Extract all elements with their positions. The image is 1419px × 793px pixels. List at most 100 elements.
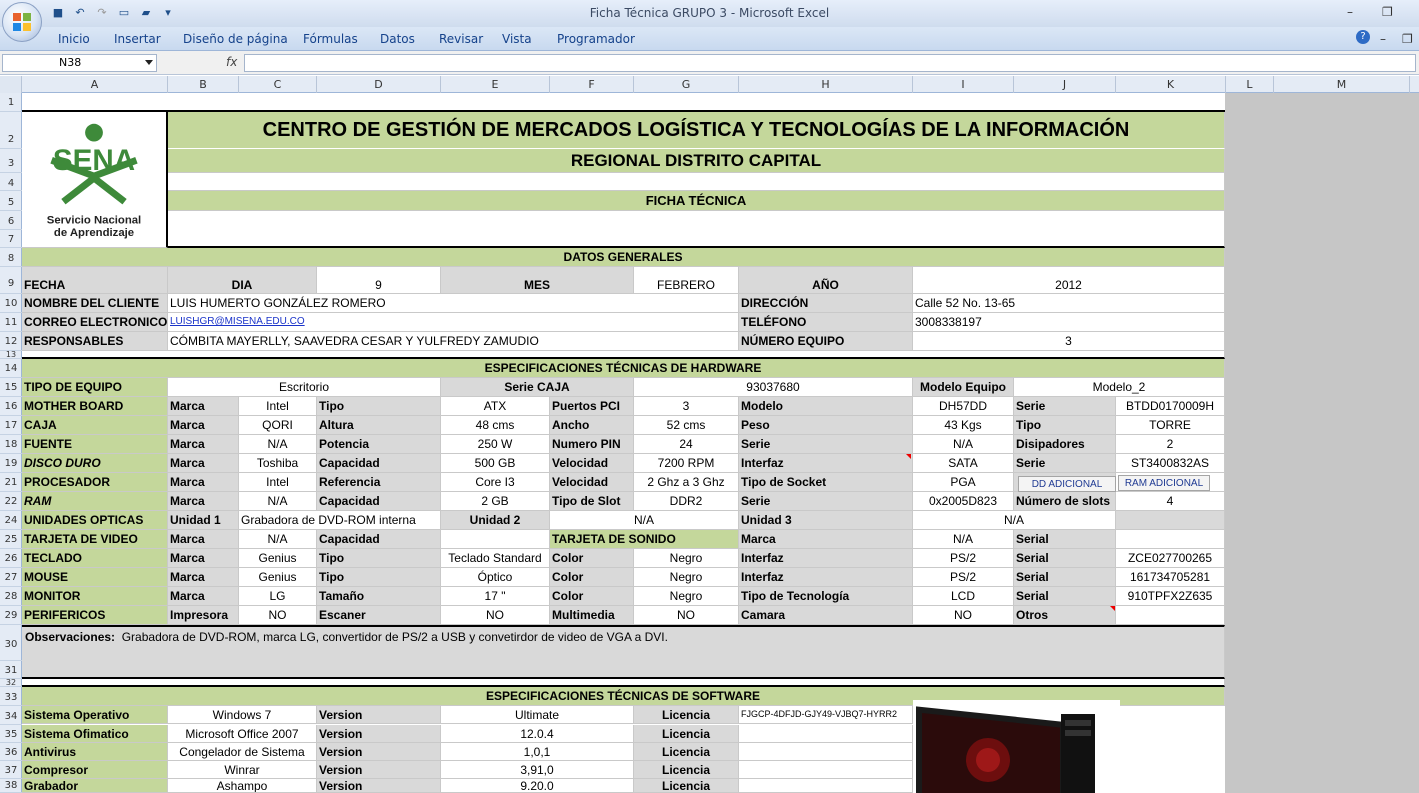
- field-value[interactable]: Genius: [239, 568, 317, 587]
- field-value[interactable]: 24: [634, 435, 739, 454]
- row-header[interactable]: 22: [0, 492, 22, 511]
- field-value[interactable]: N/A: [239, 530, 317, 549]
- field-value[interactable]: 3: [634, 397, 739, 416]
- col-header-g[interactable]: G: [634, 76, 739, 93]
- field-value[interactable]: 2 GB: [441, 492, 550, 511]
- row-header[interactable]: 18: [0, 435, 22, 454]
- ram-adicional-button[interactable]: RAM ADICIONAL: [1118, 475, 1210, 491]
- row-header[interactable]: 38: [0, 779, 22, 793]
- field-value[interactable]: Negro: [634, 587, 739, 606]
- field-value[interactable]: NO: [913, 606, 1014, 625]
- row-header[interactable]: 32: [0, 679, 22, 687]
- field-value[interactable]: N/A: [239, 435, 317, 454]
- worksheet-grid[interactable]: SENA Servicio Nacional de Aprendizaje CE…: [22, 93, 1419, 793]
- row-header[interactable]: 5: [0, 191, 22, 211]
- field-value[interactable]: 910TPFX2Z635: [1116, 587, 1225, 606]
- value-serie-caja[interactable]: 93037680: [634, 378, 913, 397]
- col-header-d[interactable]: D: [317, 76, 441, 93]
- row-header[interactable]: 1: [0, 93, 22, 112]
- field-value[interactable]: NO: [441, 606, 550, 625]
- empty-cell[interactable]: [1116, 511, 1225, 530]
- field-value[interactable]: ST3400832AS: [1116, 454, 1225, 473]
- office-button[interactable]: [2, 2, 42, 42]
- col-header-k[interactable]: K: [1116, 76, 1226, 93]
- col-header-a[interactable]: A: [22, 76, 168, 93]
- sw-value[interactable]: Congelador de Sistema: [168, 743, 317, 761]
- field-value[interactable]: Intel: [239, 397, 317, 416]
- field-value[interactable]: ATX: [441, 397, 550, 416]
- sw-value[interactable]: [739, 779, 913, 793]
- sw-value[interactable]: [739, 725, 913, 743]
- col-header-m[interactable]: M: [1274, 76, 1410, 93]
- workbook-restore-icon[interactable]: ❐: [1402, 32, 1413, 46]
- field-value[interactable]: BTDD0170009H: [1116, 397, 1225, 416]
- row-header[interactable]: 37: [0, 761, 22, 779]
- field-value[interactable]: NO: [239, 606, 317, 625]
- empty-cell[interactable]: [1116, 606, 1225, 625]
- field-value[interactable]: N/A: [913, 511, 1116, 530]
- value-cliente[interactable]: LUIS HUMERTO GONZÁLEZ ROMERO: [168, 294, 739, 313]
- chevron-down-icon[interactable]: [145, 60, 153, 65]
- field-value[interactable]: 2 Ghz a 3 Ghz: [634, 473, 739, 492]
- field-value[interactable]: 48 cms: [441, 416, 550, 435]
- row-header[interactable]: 24: [0, 511, 22, 530]
- field-value[interactable]: Óptico: [441, 568, 550, 587]
- row-header[interactable]: 34: [0, 706, 22, 725]
- sw-value[interactable]: Ultimate: [441, 706, 634, 724]
- sw-value[interactable]: Windows 7: [168, 706, 317, 724]
- field-value[interactable]: 161734705281: [1116, 568, 1225, 587]
- observaciones-cell[interactable]: Observaciones: Grabadora de DVD-ROM, mar…: [22, 625, 1225, 679]
- row-header[interactable]: 17: [0, 416, 22, 435]
- field-value[interactable]: N/A: [239, 492, 317, 511]
- value-modelo-equipo[interactable]: Modelo_2: [1014, 378, 1225, 397]
- value-dia[interactable]: 9: [317, 267, 441, 294]
- row-header[interactable]: 13: [0, 351, 22, 359]
- field-value[interactable]: N/A: [913, 530, 1014, 549]
- row-header[interactable]: 4: [0, 173, 22, 191]
- row-header[interactable]: 36: [0, 743, 22, 761]
- field-value[interactable]: 0x2005D823: [913, 492, 1014, 511]
- sw-value[interactable]: Winrar: [168, 761, 317, 779]
- field-value[interactable]: Genius: [239, 549, 317, 568]
- tab-revisar[interactable]: Revisar: [439, 32, 483, 46]
- sw-value[interactable]: [739, 761, 913, 779]
- sw-value[interactable]: 3,91,0: [441, 761, 634, 779]
- sw-value[interactable]: 9.20.0: [441, 779, 634, 793]
- field-value[interactable]: TORRE: [1116, 416, 1225, 435]
- row-header[interactable]: 7: [0, 230, 22, 248]
- field-value[interactable]: Negro: [634, 549, 739, 568]
- fx-icon[interactable]: fx: [226, 55, 237, 69]
- select-all-corner[interactable]: [0, 76, 22, 93]
- row-header[interactable]: 8: [0, 248, 22, 267]
- field-value[interactable]: 43 Kgs: [913, 416, 1014, 435]
- col-header-f[interactable]: F: [550, 76, 634, 93]
- col-header-i[interactable]: I: [913, 76, 1014, 93]
- tab-programador[interactable]: Programador: [557, 32, 635, 46]
- sw-value[interactable]: FJGCP-4DFJD-GJY49-VJBQ7-HYRR2: [739, 706, 913, 724]
- row-header[interactable]: 21: [0, 473, 22, 492]
- field-value[interactable]: 2: [1116, 435, 1225, 454]
- value-direccion[interactable]: Calle 52 No. 13-65: [913, 294, 1225, 313]
- field-value[interactable]: 250 W: [441, 435, 550, 454]
- row-header[interactable]: 31: [0, 661, 22, 679]
- row-header[interactable]: 12: [0, 332, 22, 351]
- sw-value[interactable]: Microsoft Office 2007: [168, 725, 317, 743]
- empty-cell[interactable]: [1116, 530, 1225, 549]
- row-header[interactable]: 19: [0, 454, 22, 473]
- col-header-l[interactable]: L: [1226, 76, 1274, 93]
- email-link[interactable]: LUISHGR@MISENA.EDU.CO: [170, 317, 305, 327]
- field-value[interactable]: 7200 RPM: [634, 454, 739, 473]
- field-value[interactable]: ZCE027700265: [1116, 549, 1225, 568]
- field-value[interactable]: 500 GB: [441, 454, 550, 473]
- value-tipo-equipo[interactable]: Escritorio: [168, 378, 441, 397]
- field-value[interactable]: Negro: [634, 568, 739, 587]
- row-header[interactable]: 3: [0, 149, 22, 173]
- field-value[interactable]: DDR2: [634, 492, 739, 511]
- field-value[interactable]: LCD: [913, 587, 1014, 606]
- field-value[interactable]: 17 ": [441, 587, 550, 606]
- row-header[interactable]: 27: [0, 568, 22, 587]
- field-value[interactable]: DH57DD: [913, 397, 1014, 416]
- name-box[interactable]: N38: [2, 54, 157, 72]
- row-header[interactable]: 11: [0, 313, 22, 332]
- tab-inicio[interactable]: Inicio: [58, 32, 90, 46]
